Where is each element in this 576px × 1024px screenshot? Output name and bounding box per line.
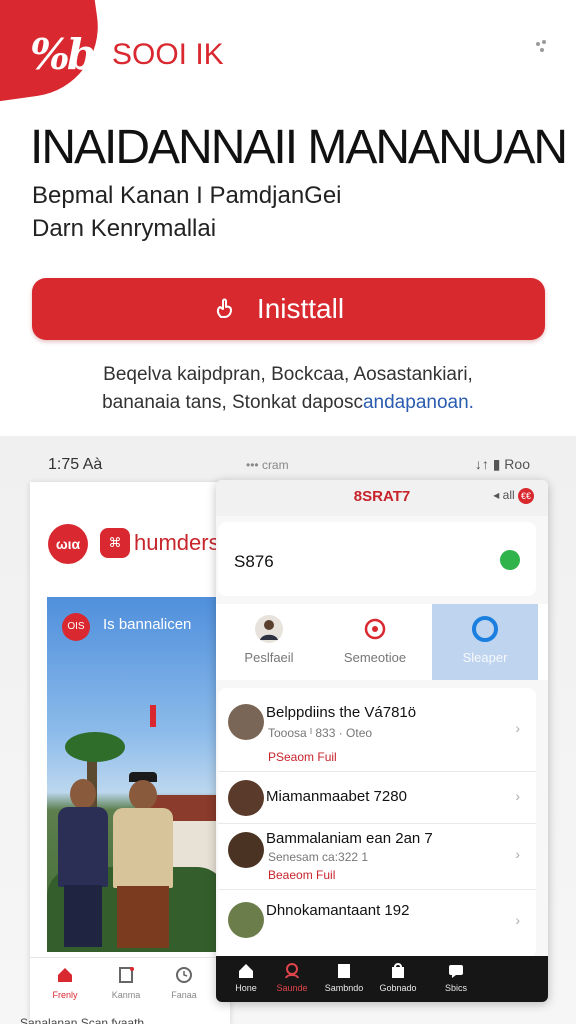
tab-label: Sleaper — [462, 650, 508, 665]
contact-name: Dhnokamantaant 192 — [266, 902, 410, 919]
bag-icon — [392, 963, 404, 978]
status-bar: 1:75 Aà ••• cram ↓↑ ▮ Roo — [48, 456, 538, 476]
home-icon — [239, 964, 253, 978]
store-header: %b SOOI IK — [0, 0, 576, 103]
photo-caption: Is bannalicen — [103, 616, 192, 633]
list-item[interactable]: Belppdiins the Vá781ö Tooosa ᴵ 833 · Ote… — [218, 688, 536, 772]
back-bottom-text: Sanalanan Scan fyaath — [20, 1016, 145, 1024]
circle-icon — [472, 616, 498, 642]
nav-item-profile[interactable]: Saunde — [262, 963, 322, 993]
status-center: ••• cram — [246, 458, 289, 472]
contact-meta: Tooosa ᴵ 833 · Oteo — [268, 726, 373, 740]
tab-label: Peslfaeil — [244, 650, 294, 665]
flag — [150, 705, 156, 727]
contact-name: Miamanmaabet 7280 — [266, 788, 407, 805]
tab-sleaper[interactable]: Sleaper — [432, 604, 538, 680]
person-left — [52, 775, 110, 947]
avatar — [228, 832, 264, 868]
install-label: Inisttall — [256, 293, 345, 324]
front-tabs: Peslfaeil Semeotioe Sleaper — [216, 604, 548, 680]
app-logo-small: ωια — [48, 524, 88, 564]
tab-target[interactable]: Semeotioe — [322, 604, 428, 680]
nav-label: Kanma — [111, 990, 141, 1000]
nav-item-chat[interactable]: Sbics — [426, 963, 486, 993]
nav-item-bag[interactable]: Gobnado — [368, 963, 428, 993]
back-brand: humders — [134, 530, 220, 555]
palm-leaves — [65, 732, 125, 762]
contact-tag: PSeaom Fuil — [268, 750, 337, 764]
list-item[interactable]: Bammalaniam ean 2an 7 Senesam ca:322 1 B… — [218, 824, 536, 890]
nav-label: Gobnado — [379, 983, 417, 993]
photo-badge: OIS — [62, 613, 90, 641]
nav-label: Fanaa — [171, 990, 197, 1000]
chevron-right-icon: › — [515, 720, 520, 736]
front-bottom-nav: Hone Saunde Sambndo Gobnado Sbics — [216, 956, 548, 1002]
more-dots-icon[interactable] — [536, 40, 550, 60]
chevron-right-icon: › — [515, 846, 520, 862]
person-right — [109, 772, 177, 948]
nav-item-documents[interactable]: Kanma — [96, 966, 156, 1000]
description-text: bananaia tans, Stonkat daposc — [102, 392, 363, 413]
avatar — [228, 902, 264, 938]
screenshot-home[interactable]: ωια ⌘ humders OIS Is bannalicen Frenly K… — [30, 482, 230, 1024]
back-bottom-nav: Frenly Kanma Fanaa — [30, 957, 230, 1024]
hand-icon — [216, 298, 232, 318]
app-subtitle-line2: Darn Kenrymallai — [32, 215, 217, 242]
contact-list: Belppdiins the Vá781ö Tooosa ᴵ 833 · Ote… — [218, 688, 536, 958]
nav-label: Hone — [235, 983, 257, 993]
contact-name: Belppdiins the Vá781ö — [266, 704, 417, 721]
tab-label: Semeotioe — [343, 650, 407, 665]
avatar — [228, 704, 264, 740]
notification-badge: €€ — [518, 488, 534, 504]
nav-label: Sbics — [444, 983, 467, 993]
check-icon — [500, 550, 520, 570]
document-icon — [119, 967, 134, 983]
screenshot-contacts[interactable]: 8SRAT7 ◂ all €€ S876 Peslfaeil Semeotioe… — [216, 480, 548, 1002]
contact-tag: Beaeom Fuil — [268, 868, 336, 882]
app-logo[interactable]: %b — [30, 30, 96, 79]
front-status: ◂ all €€ — [493, 488, 534, 504]
tab-profile[interactable]: Peslfaeil — [216, 604, 322, 680]
signal-icon: ◂ all — [493, 488, 515, 503]
chevron-right-icon: › — [515, 788, 520, 804]
person-icon — [285, 963, 299, 979]
install-button[interactable]: Inisttall — [32, 278, 545, 340]
nav-item-clock[interactable]: Fanaa — [154, 966, 214, 1000]
description-line1: Beqelva kaipdpran, Bockcaa, Aosastankiar… — [103, 364, 473, 385]
app-subtitle-line1: Bepmal Kanan I PamdjanGei — [32, 182, 342, 209]
chat-icon — [449, 965, 463, 978]
status-icons: ↓↑ ▮ Roo — [474, 456, 530, 472]
avatar — [228, 780, 264, 816]
nav-item-home[interactable]: Frenly — [35, 966, 95, 1000]
contact-meta: Senesam ca:322 1 — [268, 850, 369, 864]
list-item[interactable]: Miamanmaabet 7280 › — [218, 772, 536, 824]
nav-label: Sambndo — [324, 983, 364, 993]
hero-photo[interactable]: OIS Is bannalicen — [47, 597, 227, 952]
person-icon — [255, 615, 283, 643]
nav-label: Frenly — [52, 990, 78, 1000]
clock-icon — [176, 967, 192, 983]
status-time: 1:75 Aà — [48, 456, 103, 473]
list-item[interactable]: Dhnokamantaant 192 › — [218, 890, 536, 956]
target-icon — [364, 618, 386, 640]
description-line2: bananaia tans, Stonkat daposcandapanoan. — [0, 392, 576, 414]
description-link[interactable]: andapanoan. — [363, 392, 474, 413]
nav-item-book[interactable]: Sambndo — [314, 963, 374, 993]
brand-mark-icon: ⌘ — [100, 528, 130, 558]
balance-card[interactable]: S876 — [218, 522, 536, 596]
brand-name: SOOI IK — [112, 38, 224, 71]
balance-value: S876 — [234, 552, 274, 571]
nav-label: Saunde — [276, 983, 308, 993]
app-title: INAIDANNAII MANANUAN — [30, 121, 568, 174]
home-icon — [58, 968, 72, 982]
chevron-right-icon: › — [515, 912, 520, 928]
front-top-bar: 8SRAT7 ◂ all €€ — [216, 480, 548, 516]
book-icon — [338, 964, 350, 978]
contact-name: Bammalaniam ean 2an 7 — [266, 830, 433, 847]
